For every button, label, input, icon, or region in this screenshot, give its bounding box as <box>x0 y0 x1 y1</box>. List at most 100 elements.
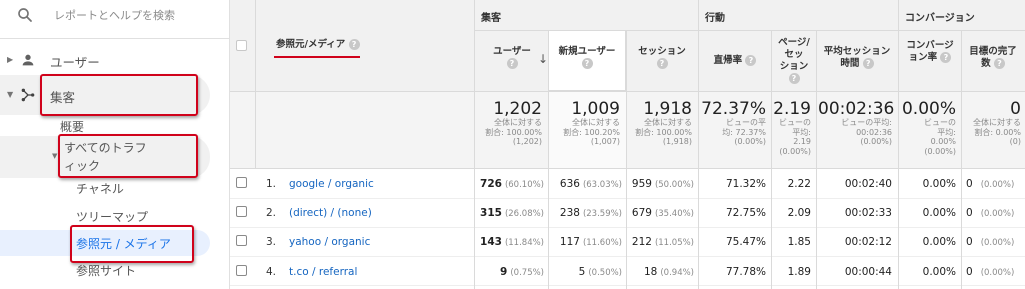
column-header-users[interactable]: ユーザー ? <box>482 46 542 70</box>
divider <box>255 0 256 168</box>
search-icon <box>18 8 32 22</box>
total-pages-per-session-value: 2.19 <box>773 99 811 119</box>
row-checkbox[interactable] <box>236 265 247 276</box>
divider <box>898 0 899 289</box>
total-bounce-rate-value: 72.37% <box>701 99 766 119</box>
chevron-down-icon: ▼ <box>52 152 58 160</box>
cell-bounce-rate: 75.47% <box>725 236 766 248</box>
cell-value: 679 <box>631 207 652 219</box>
cell-goal-completions: 0 (0.00%) <box>966 266 1014 278</box>
total-detail-line: 全体に対する <box>572 118 620 127</box>
help-icon[interactable]: ? <box>745 55 757 66</box>
cell-pages-per-session: 1.85 <box>787 236 811 248</box>
cell-goal-completions: 0 (0.00%) <box>966 207 1014 219</box>
total-detail-line: ビューの <box>779 118 811 127</box>
highlight-box-all-traffic <box>58 134 198 178</box>
cell-percent: (11.05%) <box>654 238 694 248</box>
column-label: ション <box>779 61 809 72</box>
row-number: 2. <box>265 207 276 219</box>
column-header-pages-per-session[interactable]: ページ/ セッ ション ? <box>773 37 815 85</box>
dimension-header[interactable]: 参照元/メディア ? <box>276 39 360 51</box>
column-label: 平均セッション <box>823 46 891 57</box>
cell-value: 315 <box>480 207 502 219</box>
total-bounce-rate-detail: ビューの平 均: 72.37% (0.00%) <box>700 118 766 147</box>
column-header-conversion-rate[interactable]: コンバージ ョン率 ? <box>900 40 960 64</box>
cell-avg-session: 00:02:12 <box>844 236 892 248</box>
row-link[interactable]: google / organic <box>289 178 374 190</box>
help-icon[interactable]: ? <box>862 58 874 69</box>
divider <box>961 30 962 289</box>
row-checkbox[interactable] <box>236 177 247 188</box>
total-detail-line: 2.19 <box>793 137 811 146</box>
column-label: ユーザー <box>493 46 531 57</box>
cell-value: 959 <box>631 178 652 190</box>
cell-bounce-rate: 77.78% <box>725 266 766 278</box>
total-detail-line: (0.00%) <box>734 137 766 146</box>
help-icon[interactable]: ? <box>940 52 952 63</box>
cell-value: 117 <box>559 236 580 248</box>
total-conversion-rate-value: 0.00% <box>901 99 956 119</box>
help-icon[interactable]: ? <box>993 58 1005 69</box>
total-detail-line: (0.00%) <box>779 146 811 156</box>
column-header-goal-completions[interactable]: 目標の完了 数 ? <box>963 46 1023 70</box>
nav-item-label: ユーザー <box>50 55 100 70</box>
divider <box>474 30 1025 31</box>
cell-avg-session: 00:02:33 <box>844 207 892 219</box>
column-label: セッション <box>638 46 686 57</box>
column-label: 新規ユーザー <box>558 46 616 57</box>
nav-item-users[interactable]: ▶ ユーザー <box>0 48 229 72</box>
row-link[interactable]: (direct) / (none) <box>289 207 372 219</box>
cell-sessions: 18 (0.94%) <box>630 266 694 278</box>
cell-percent: (0.50%) <box>588 268 622 278</box>
select-all-checkbox[interactable] <box>236 40 247 51</box>
total-sessions-detail: 全体に対する 割合: 100.00% (1,918) <box>630 118 692 147</box>
help-icon[interactable]: ? <box>348 39 360 50</box>
total-detail-line: 割合: 100.00% <box>635 127 692 137</box>
divider <box>230 256 1025 257</box>
cell-goal-completions: 0 (0.00%) <box>966 178 1014 190</box>
total-new-users-detail: 全体に対する 割合: 100.20% (1,007) <box>552 118 620 147</box>
sort-down-arrow-icon[interactable]: ↓ <box>538 52 548 66</box>
cell-users: 726 (60.10%) <box>478 178 544 190</box>
row-link[interactable]: yahoo / organic <box>289 236 370 248</box>
cell-value: 212 <box>631 236 652 248</box>
cell-avg-session: 00:02:40 <box>844 178 892 190</box>
total-goal-completions-detail: 全体に対する 割合: 0.00% (0) <box>963 118 1021 147</box>
total-detail-line: 均: 72.37% <box>722 127 766 137</box>
divider <box>698 0 699 289</box>
cell-percent: (11.84%) <box>504 238 544 248</box>
column-header-avg-session-duration[interactable]: 平均セッション 時間 ? <box>819 46 895 70</box>
highlight-box-acquisition <box>40 74 198 116</box>
column-header-bounce-rate[interactable]: 直帰率 ? <box>702 55 768 67</box>
search-placeholder: レポートとヘルプを検索 <box>54 9 175 22</box>
cell-percent: (26.08%) <box>504 209 544 219</box>
total-detail-line: 割合: 100.00% <box>485 127 542 137</box>
nav-item-channels[interactable]: チャネル <box>76 180 124 197</box>
row-checkbox[interactable] <box>236 235 247 246</box>
column-label: 数 <box>981 58 991 69</box>
total-users-detail: 全体に対する 割合: 100.00% (1,202) <box>478 118 542 147</box>
column-label: 目標の完了 <box>969 46 1017 57</box>
help-icon[interactable]: ? <box>581 58 593 69</box>
help-icon[interactable]: ? <box>656 58 668 69</box>
nav-item-referrals[interactable]: 参照サイト <box>76 262 136 279</box>
total-detail-line: (0.00%) <box>924 146 956 156</box>
row-checkbox[interactable] <box>236 206 247 217</box>
cell-sessions: 959 (50.00%) <box>630 178 694 190</box>
total-detail-line: 割合: 100.20% <box>563 127 620 137</box>
help-icon[interactable]: ? <box>506 58 518 69</box>
column-header-sessions[interactable]: セッション ? <box>630 46 694 70</box>
cell-sessions: 679 (35.40%) <box>630 207 694 219</box>
help-icon[interactable]: ? <box>788 73 800 84</box>
search-box[interactable]: レポートとヘルプを検索 <box>0 0 229 30</box>
total-detail-line: (1,918) <box>662 137 692 146</box>
column-header-new-users[interactable]: 新規ユーザー ? <box>552 46 622 70</box>
nav-item-treemap[interactable]: ツリーマップ <box>76 208 148 225</box>
cell-value: 726 <box>480 178 502 190</box>
column-label: 直帰率 <box>713 55 743 66</box>
cell-value: 238 <box>559 207 580 219</box>
row-link[interactable]: t.co / referral <box>289 266 357 278</box>
nav-item-overview[interactable]: 概要 <box>60 118 84 135</box>
total-pages-per-session-detail: ビューの 平均: 2.19 (0.00%) <box>773 118 811 156</box>
highlight-underline <box>274 56 360 58</box>
